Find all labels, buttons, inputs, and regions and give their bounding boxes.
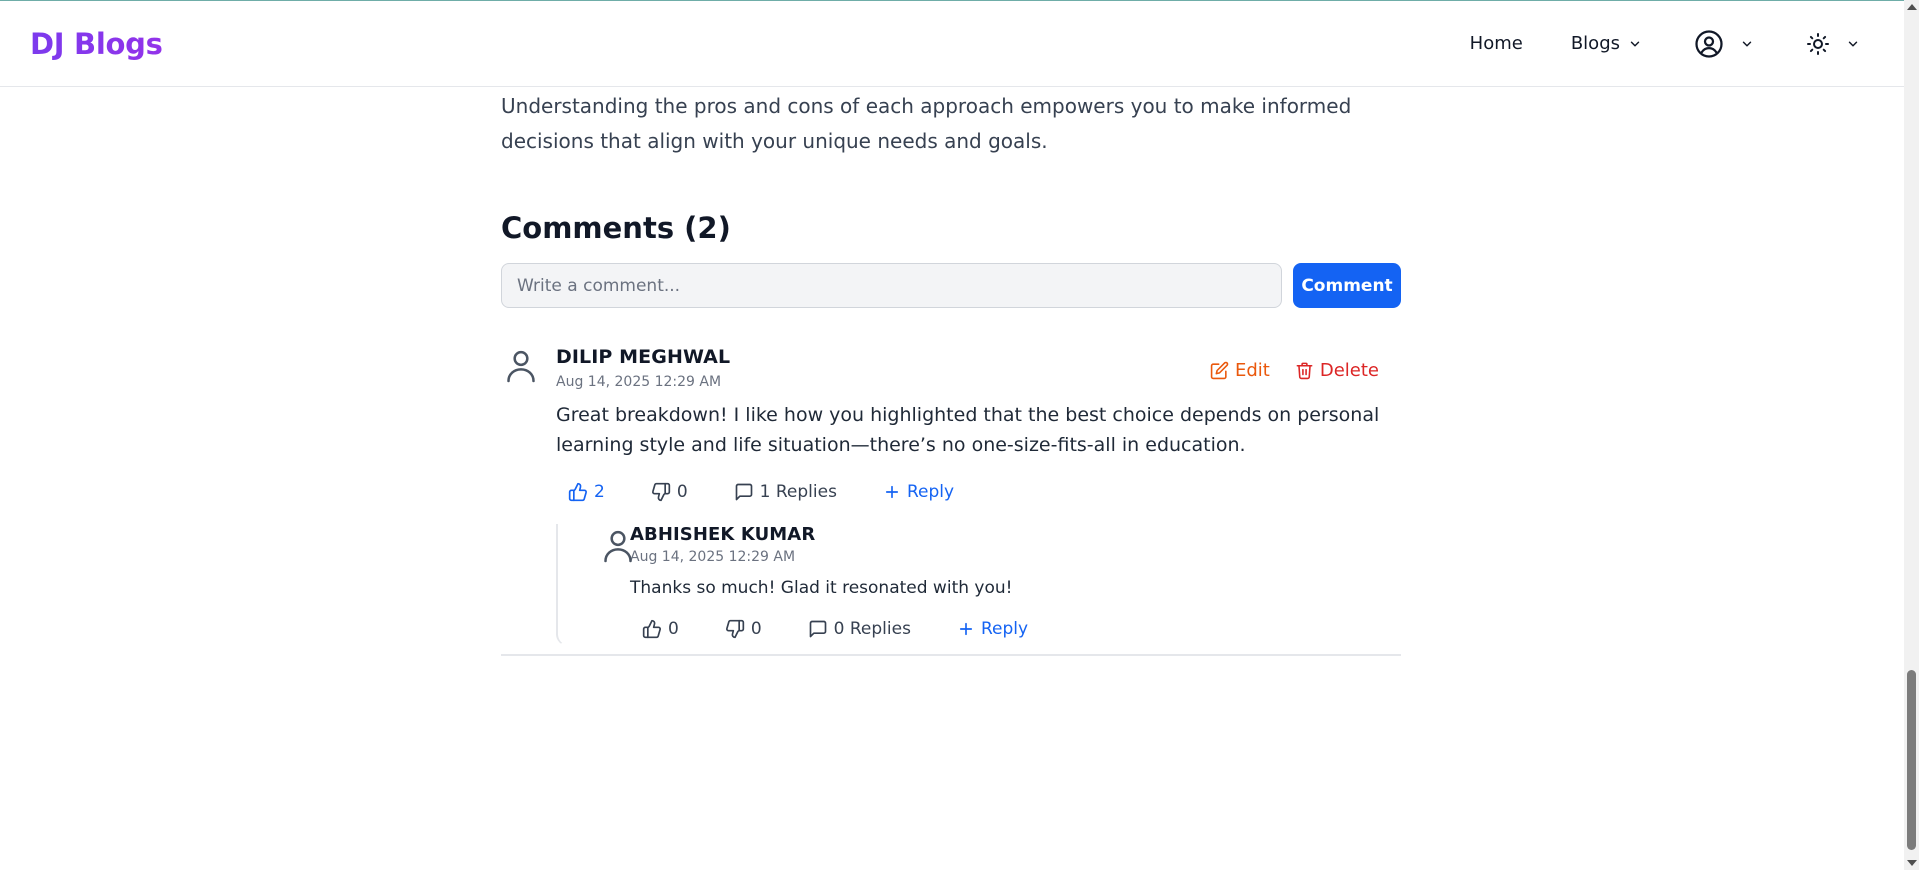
thumbs-up-icon [568, 482, 587, 502]
thumbs-down-icon [725, 619, 744, 639]
comments-section: Comments (2) Comment Edit Delete DILIP M… [501, 211, 1401, 656]
comment-reactions: 2 0 1 Replies Reply [556, 478, 1401, 506]
user-circle-icon [1695, 29, 1723, 58]
thumbs-up-icon [642, 619, 661, 639]
delete-comment-button[interactable]: Delete [1295, 360, 1379, 381]
edit-label: Edit [1234, 360, 1270, 381]
reply-text: Thanks so much! Glad it resonated with y… [630, 578, 1013, 598]
delete-label: Delete [1319, 360, 1379, 381]
thumbs-down-icon [651, 482, 670, 502]
reply-thread: ABHISHEK KUMAR Aug 14, 2025 12:29 AM Tha… [556, 524, 1401, 646]
navbar: DJ Blogs Home Blogs [0, 1, 1904, 87]
nav-home-label: Home [1469, 33, 1523, 54]
replies-count-label: 0 Replies [833, 619, 911, 639]
like-button[interactable]: 0 [630, 615, 691, 643]
chevron-down-icon [1742, 41, 1752, 46]
reply-button[interactable]: Reply [945, 615, 1040, 643]
scrollbar-thumb[interactable] [1907, 670, 1916, 850]
comments-heading: Comments (2) [501, 211, 731, 245]
comment-item: Edit Delete DILIP MEGHWAL Aug 14, 2025 1… [501, 346, 1401, 646]
scroll-up-arrow-icon[interactable] [1907, 4, 1917, 10]
comments-divider [501, 654, 1401, 656]
reply-date: Aug 14, 2025 12:29 AM [630, 549, 796, 565]
message-square-icon [809, 620, 826, 638]
like-count: 0 [668, 619, 679, 639]
like-count: 2 [594, 482, 605, 502]
reply-item: ABHISHEK KUMAR Aug 14, 2025 12:29 AM Tha… [578, 524, 1401, 643]
scroll-down-arrow-icon[interactable] [1907, 860, 1917, 866]
nav-menu: Home Blogs [1456, 21, 1874, 67]
user-avatar-icon [604, 530, 632, 563]
reply-label: Reply [906, 482, 955, 502]
dislike-button[interactable]: 0 [639, 478, 700, 506]
edit-comment-button[interactable]: Edit [1210, 360, 1270, 381]
chevron-down-icon [1630, 41, 1640, 46]
dislike-count: 0 [676, 482, 688, 502]
trash-icon [1296, 362, 1313, 380]
brand-logo[interactable]: DJ Blogs [30, 27, 163, 61]
comment-input[interactable] [501, 263, 1282, 308]
replies-toggle-button[interactable]: 1 Replies [722, 478, 849, 506]
main-content: Understanding the pros and cons of each … [501, 87, 1401, 656]
edit-icon [1210, 361, 1229, 380]
nav-blogs-label: Blogs [1570, 33, 1620, 54]
reply-author: ABHISHEK KUMAR [630, 524, 816, 545]
plus-icon [885, 485, 899, 499]
nav-home-link[interactable]: Home [1456, 25, 1537, 62]
reply-button[interactable]: Reply [871, 478, 966, 506]
plus-icon [959, 622, 973, 636]
page-scrollbar[interactable] [1904, 0, 1919, 870]
comment-owner-actions: Edit Delete [1210, 360, 1379, 381]
reply-body: ABHISHEK KUMAR Aug 14, 2025 12:29 AM Tha… [630, 524, 1401, 643]
theme-toggle-button[interactable] [1792, 24, 1874, 64]
nav-blogs-dropdown[interactable]: Blogs [1557, 25, 1656, 62]
dislike-button[interactable]: 0 [713, 615, 774, 643]
comment-text: Great breakdown! I like how you highligh… [556, 404, 1380, 456]
user-menu-button[interactable] [1680, 21, 1768, 67]
submit-comment-button[interactable]: Comment [1293, 263, 1401, 308]
chevron-down-icon [1848, 41, 1858, 46]
user-avatar-icon [507, 350, 535, 383]
reply-label: Reply [980, 619, 1029, 639]
article-closing-paragraph: Understanding the pros and cons of each … [501, 94, 1352, 153]
comment-form: Comment [501, 263, 1401, 308]
replies-toggle-button[interactable]: 0 Replies [796, 615, 923, 643]
replies-count-label: 1 Replies [759, 482, 837, 502]
dislike-count: 0 [750, 619, 762, 639]
reply-reactions: 0 0 0 Replies Reply [630, 615, 1401, 643]
like-button[interactable]: 2 [556, 478, 617, 506]
sun-icon [1807, 32, 1829, 55]
message-square-icon [735, 483, 752, 501]
